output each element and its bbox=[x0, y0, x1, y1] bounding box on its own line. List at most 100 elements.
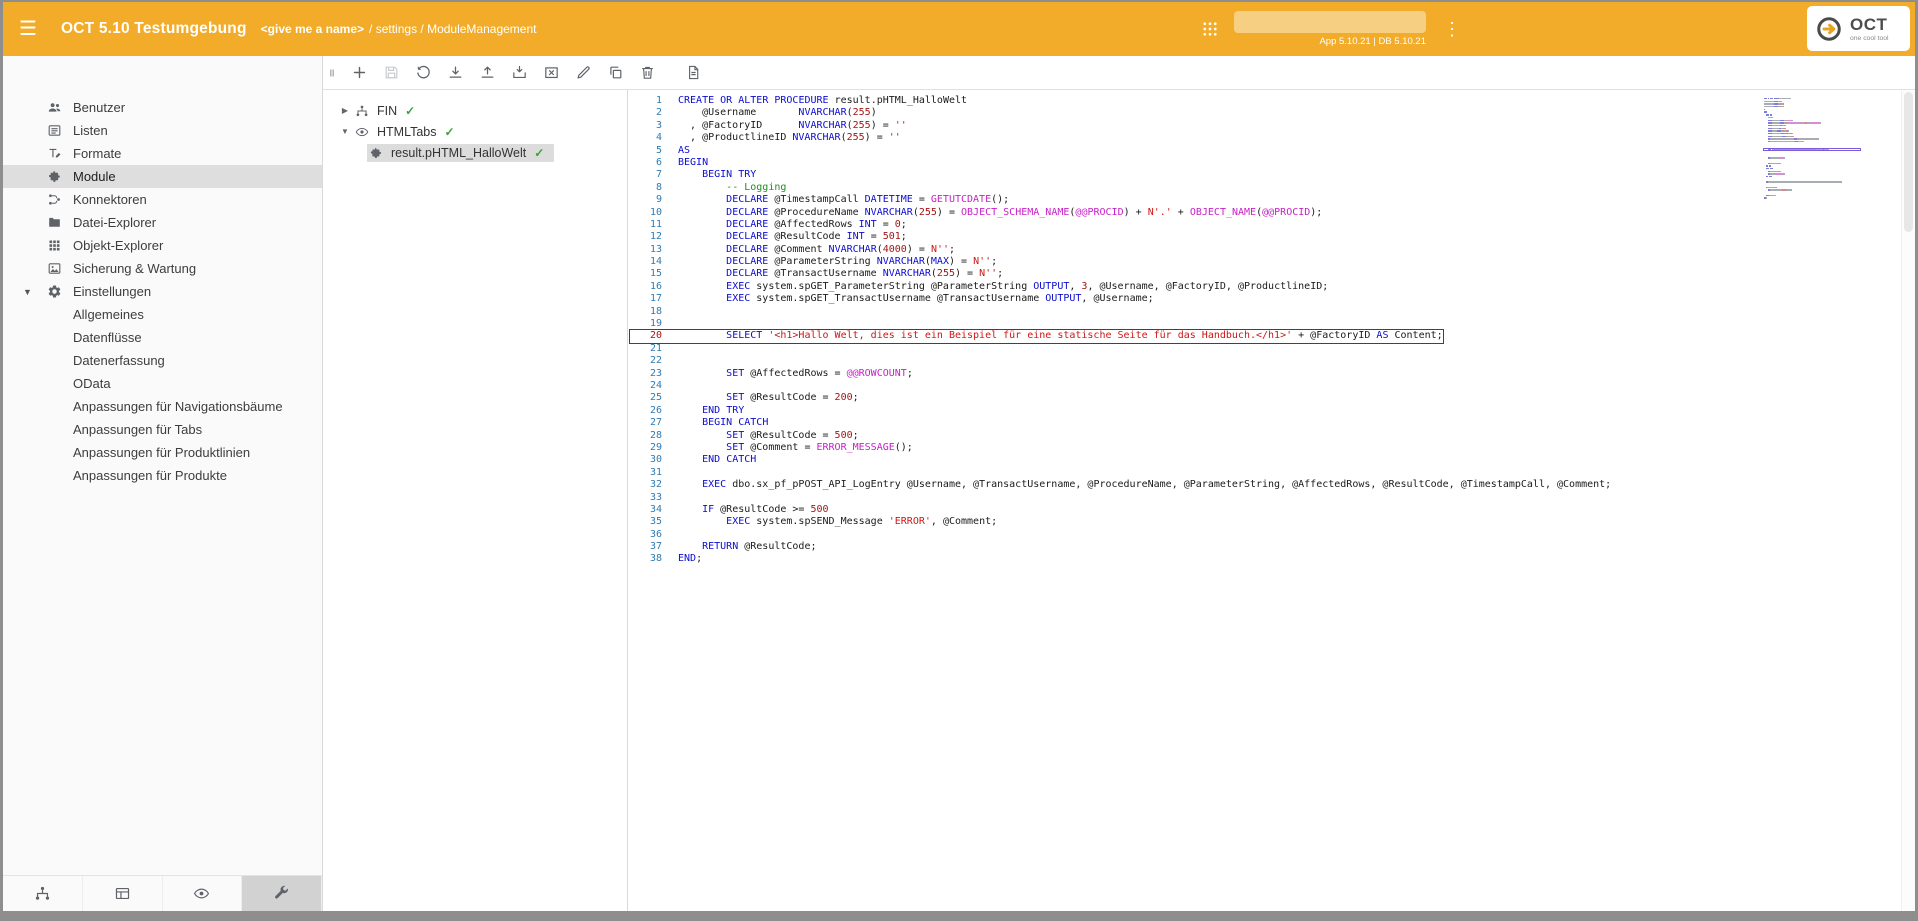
sidebar-item-formate[interactable]: Formate bbox=[3, 142, 322, 165]
code-line-2[interactable]: 2 @Username NVARCHAR(255) bbox=[630, 107, 877, 119]
code-line-37[interactable]: 37 RETURN @ResultCode; bbox=[630, 541, 817, 553]
code-line-26[interactable]: 26 END TRY bbox=[630, 405, 744, 417]
save-button[interactable] bbox=[375, 59, 407, 87]
code-line-17[interactable]: 17 EXEC system.spGET_TransactUsername @T… bbox=[630, 293, 1154, 305]
minimap-line bbox=[1764, 117, 1860, 118]
sidebar-item-allgemeines[interactable]: Allgemeines bbox=[3, 303, 322, 326]
sidebar-item-einstellungen[interactable]: ▼Einstellungen bbox=[3, 280, 322, 303]
code-line-30[interactable]: 30 END CATCH bbox=[630, 454, 756, 466]
line-number: 37 bbox=[630, 541, 662, 553]
sidebar-item-listen[interactable]: Listen bbox=[3, 119, 322, 142]
scrollbar-thumb[interactable] bbox=[1904, 92, 1913, 232]
upload-button[interactable] bbox=[471, 59, 503, 87]
import-button[interactable] bbox=[503, 59, 535, 87]
code-line-23[interactable]: 23 SET @AffectedRows = @@ROWCOUNT; bbox=[630, 368, 913, 380]
wrench-icon bbox=[273, 885, 290, 902]
sidebar-item-anpassungen-für-produktlinien[interactable]: Anpassungen für Produktlinien bbox=[3, 441, 322, 464]
restore-version-button[interactable] bbox=[407, 59, 439, 87]
minimap-line bbox=[1764, 187, 1860, 188]
sidebar-item-datei-explorer[interactable]: Datei-Explorer bbox=[3, 211, 322, 234]
show-log-button[interactable] bbox=[677, 59, 709, 87]
code-line-33[interactable]: 33 bbox=[630, 492, 678, 504]
tree-item-result-phtml-hallowelt[interactable]: result.pHTML_HalloWelt✓ bbox=[323, 142, 627, 163]
code-line-29[interactable]: 29 SET @Comment = ERROR_MESSAGE(); bbox=[630, 442, 913, 454]
check-icon: ✓ bbox=[534, 146, 544, 160]
menu-icon[interactable]: ☰ bbox=[19, 19, 45, 39]
sidebar-item-label: OData bbox=[73, 376, 111, 391]
kebab-menu-icon[interactable]: ⋮ bbox=[1441, 20, 1463, 38]
code-line-1[interactable]: 1CREATE OR ALTER PROCEDURE result.pHTML_… bbox=[630, 95, 967, 107]
code-line-24[interactable]: 24 bbox=[630, 380, 678, 392]
sidebar-nav: BenutzerListenFormateModuleKonnektorenDa… bbox=[3, 96, 322, 487]
code-line-32[interactable]: 32 EXEC dbo.sx_pf_pPOST_API_LogEntry @Us… bbox=[630, 479, 1611, 491]
delete-button[interactable] bbox=[631, 59, 663, 87]
code-line-25[interactable]: 25 SET @ResultCode = 200; bbox=[630, 392, 859, 404]
code-line-35[interactable]: 35 EXEC system.spSEND_Message 'ERROR', @… bbox=[630, 516, 997, 528]
header-search-input[interactable] bbox=[1234, 11, 1426, 33]
discard-button[interactable] bbox=[535, 59, 567, 87]
sidebar-item-odata[interactable]: OData bbox=[3, 372, 322, 395]
minimap-line bbox=[1764, 176, 1860, 177]
code-text: CREATE OR ALTER PROCEDURE result.pHTML_H… bbox=[678, 95, 967, 107]
sidebar-item-datenflüsse[interactable]: Datenflüsse bbox=[3, 326, 322, 349]
tree-expander-icon[interactable]: ▶ bbox=[337, 106, 353, 115]
sidebar-item-benutzer[interactable]: Benutzer bbox=[3, 96, 322, 119]
code-line-28[interactable]: 28 SET @ResultCode = 500; bbox=[630, 430, 859, 442]
format-icon bbox=[47, 146, 73, 161]
code-line-19[interactable]: 19 bbox=[630, 318, 678, 330]
sidebar-tab-table[interactable] bbox=[83, 876, 163, 911]
code-line-22[interactable]: 22 bbox=[630, 355, 678, 367]
code-line-15[interactable]: 15 DECLARE @TransactUsername NVARCHAR(25… bbox=[630, 268, 1003, 280]
download-button[interactable] bbox=[439, 59, 471, 87]
code-line-14[interactable]: 14 DECLARE @ParameterString NVARCHAR(MAX… bbox=[630, 256, 997, 268]
sidebar-item-datenerfassung[interactable]: Datenerfassung bbox=[3, 349, 322, 372]
sidebar-item-label: Sicherung & Wartung bbox=[73, 261, 196, 276]
code-line-10[interactable]: 10 DECLARE @ProcedureName NVARCHAR(255) … bbox=[630, 207, 1322, 219]
code-line-13[interactable]: 13 DECLARE @Comment NVARCHAR(4000) = N''… bbox=[630, 244, 955, 256]
code-line-36[interactable]: 36 bbox=[630, 529, 678, 541]
add-button[interactable] bbox=[343, 59, 375, 87]
sidebar-item-konnektoren[interactable]: Konnektoren bbox=[3, 188, 322, 211]
minimap[interactable] bbox=[1764, 98, 1860, 200]
line-number: 27 bbox=[630, 417, 662, 429]
tree-item-fin[interactable]: ▶FIN✓ bbox=[323, 100, 627, 121]
code-line-5[interactable]: 5AS bbox=[630, 145, 690, 157]
code-line-21[interactable]: 21 bbox=[630, 343, 678, 355]
code-line-20[interactable]: 20 SELECT '<h1>Hallo Welt, dies ist ein … bbox=[630, 330, 1443, 342]
sidebar-tab-eye[interactable] bbox=[163, 876, 243, 911]
code-line-8[interactable]: 8 -- Logging bbox=[630, 182, 786, 194]
apps-grid-icon[interactable] bbox=[1201, 20, 1219, 38]
sidebar-item-module[interactable]: Module bbox=[3, 165, 322, 188]
editor-scrollbar[interactable] bbox=[1901, 90, 1915, 911]
code-line-6[interactable]: 6BEGIN bbox=[630, 157, 708, 169]
drag-handle-icon[interactable] bbox=[325, 65, 339, 81]
code-line-18[interactable]: 18 bbox=[630, 306, 678, 318]
sidebar-item-anpassungen-für-navigationsbäume[interactable]: Anpassungen für Navigationsbäume bbox=[3, 395, 322, 418]
code-line-31[interactable]: 31 bbox=[630, 467, 678, 479]
sidebar-tab-wrench[interactable] bbox=[242, 876, 322, 911]
code-line-16[interactable]: 16 EXEC system.spGET_ParameterString @Pa… bbox=[630, 281, 1328, 293]
edit-button[interactable] bbox=[567, 59, 599, 87]
breadcrumb-rest: / settings / ModuleManagement bbox=[369, 22, 536, 36]
gear-icon bbox=[47, 284, 73, 299]
tree-item-htmltabs[interactable]: ▼HTMLTabs✓ bbox=[323, 121, 627, 142]
sidebar-item-objekt-explorer[interactable]: Objekt-Explorer bbox=[3, 234, 322, 257]
code-editor[interactable]: 1CREATE OR ALTER PROCEDURE result.pHTML_… bbox=[628, 90, 1915, 911]
code-line-11[interactable]: 11 DECLARE @AffectedRows INT = 0; bbox=[630, 219, 907, 231]
sidebar-tab-sitemap[interactable] bbox=[3, 876, 83, 911]
code-line-34[interactable]: 34 IF @ResultCode >= 500 bbox=[630, 504, 829, 516]
line-number: 14 bbox=[630, 256, 662, 268]
code-line-3[interactable]: 3 , @FactoryID NVARCHAR(255) = '' bbox=[630, 120, 907, 132]
code-line-38[interactable]: 38END; bbox=[630, 553, 702, 565]
code-line-7[interactable]: 7 BEGIN TRY bbox=[630, 169, 756, 181]
tree-expander-icon[interactable]: ▼ bbox=[337, 127, 353, 136]
duplicate-button[interactable] bbox=[599, 59, 631, 87]
logo-text-block: OCT one cool tool bbox=[1850, 16, 1889, 42]
code-line-27[interactable]: 27 BEGIN CATCH bbox=[630, 417, 768, 429]
sidebar-item-sicherung-wartung[interactable]: Sicherung & Wartung bbox=[3, 257, 322, 280]
sidebar-item-anpassungen-für-produkte[interactable]: Anpassungen für Produkte bbox=[3, 464, 322, 487]
code-line-4[interactable]: 4 , @ProductlineID NVARCHAR(255) = '' bbox=[630, 132, 901, 144]
sidebar-item-anpassungen-für-tabs[interactable]: Anpassungen für Tabs bbox=[3, 418, 322, 441]
code-line-9[interactable]: 9 DECLARE @TimestampCall DATETIME = GETU… bbox=[630, 194, 1009, 206]
code-line-12[interactable]: 12 DECLARE @ResultCode INT = 501; bbox=[630, 231, 907, 243]
